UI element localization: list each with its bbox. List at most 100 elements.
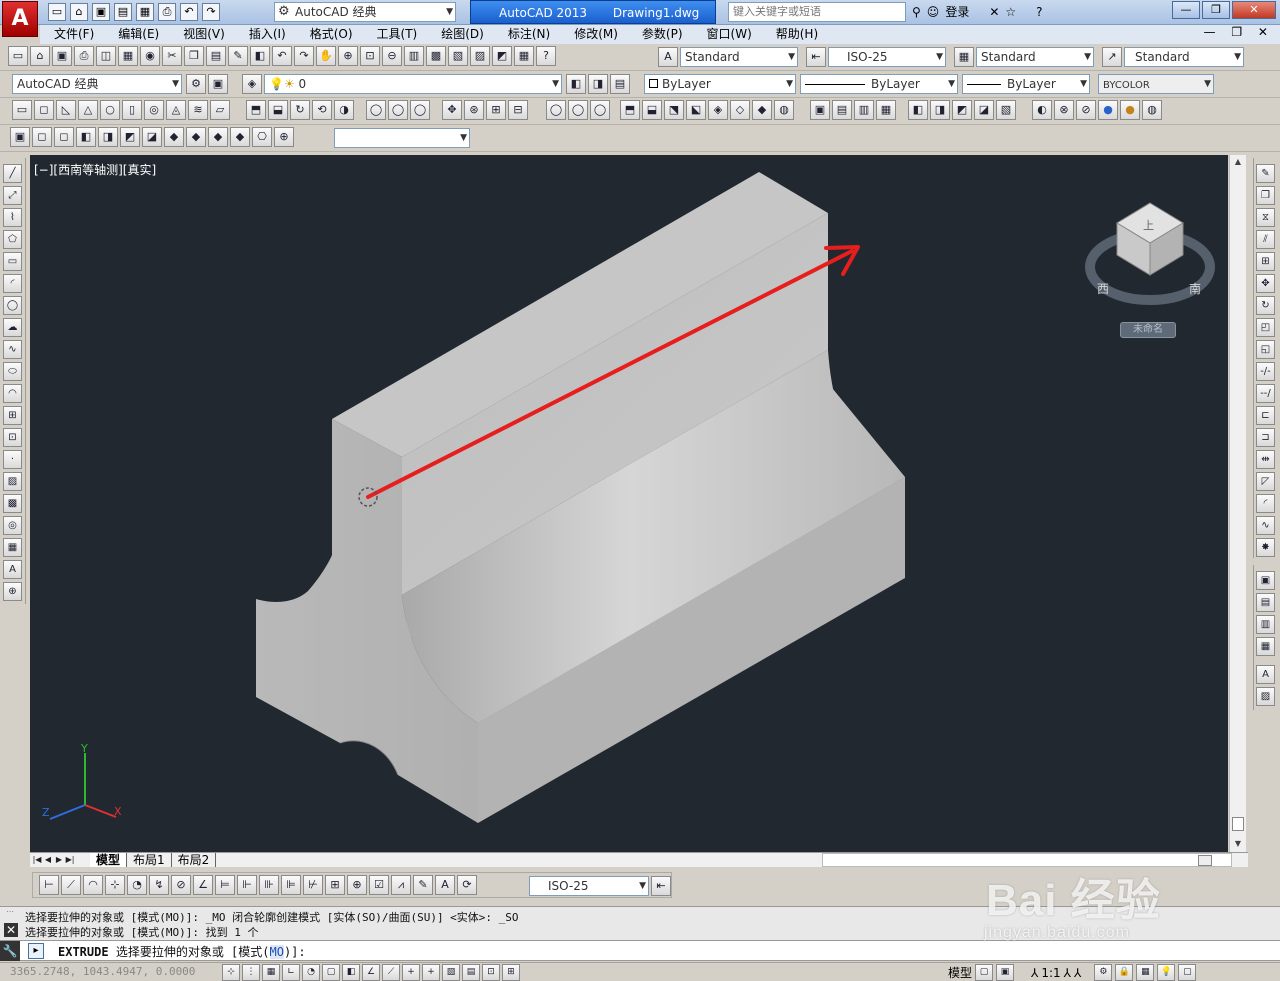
wrench-icon[interactable]: 🔧 [0, 941, 20, 961]
box-icon[interactable]: ◻ [34, 100, 54, 120]
dim-break-icon[interactable]: ⊬ [303, 875, 323, 895]
polygon-icon[interactable]: ⬠ [3, 230, 22, 249]
sc-icon[interactable]: ⊡ [482, 964, 500, 981]
grid-icon[interactable]: ▦ [262, 964, 280, 981]
publish-icon[interactable]: ▦ [136, 3, 154, 21]
check-icon[interactable]: ◩ [952, 100, 972, 120]
paste-icon[interactable]: ▤ [206, 46, 226, 66]
grip-icon[interactable]: ⋯ [6, 907, 14, 916]
move-faces-icon[interactable]: ⬓ [642, 100, 662, 120]
wireframe-icon[interactable]: ⊗ [1054, 100, 1074, 120]
bottom-view-icon[interactable]: ◻ [54, 127, 74, 147]
insert-block-icon[interactable]: ⊞ [3, 406, 22, 425]
close-command-window-icon[interactable]: ✕ [4, 923, 18, 937]
block-editor-icon[interactable]: ◧ [250, 46, 270, 66]
dim-text-edit-icon[interactable]: A [435, 875, 455, 895]
union-icon[interactable]: ◯ [366, 100, 386, 120]
menu-view[interactable]: 视图(V) [171, 25, 237, 44]
tab-model[interactable]: 模型 [90, 853, 128, 867]
dim-style-combo[interactable]: ISO-25 ▼ [828, 47, 946, 67]
rectangle-icon[interactable]: ▭ [3, 252, 22, 271]
chamfer-icon[interactable]: ◸ [1256, 472, 1275, 491]
auto-scale-icon[interactable]: ⅄ [1074, 966, 1081, 980]
copy-faces-icon[interactable]: ◆ [752, 100, 772, 120]
realistic-icon[interactable]: ● [1098, 100, 1118, 120]
am-icon[interactable]: ⊞ [502, 964, 520, 981]
osnap-icon[interactable]: ▢ [322, 964, 340, 981]
visual-styles-icon[interactable]: ◐ [1032, 100, 1052, 120]
infer-constraints-icon[interactable]: ⊹ [222, 964, 240, 981]
quick-view-layouts-icon[interactable]: ▢ [975, 964, 994, 981]
shell-icon[interactable]: ◨ [930, 100, 950, 120]
stretch-icon[interactable]: ◱ [1256, 340, 1275, 359]
coordinates-readout[interactable]: 3365.2748, 1043.4947, 0.0000 [10, 965, 195, 978]
helix-icon[interactable]: ≋ [188, 100, 208, 120]
offset-faces-icon[interactable]: ⬔ [664, 100, 684, 120]
clean-screen-icon[interactable]: ▢ [1178, 964, 1197, 981]
continue-icon[interactable]: ⊪ [259, 875, 279, 895]
save-as-icon[interactable]: ▤ [114, 3, 132, 21]
menu-tools[interactable]: 工具(T) [365, 25, 430, 44]
ordinate-icon[interactable]: ⊹ [105, 875, 125, 895]
otrack-icon[interactable]: ∠ [362, 964, 380, 981]
spline-icon[interactable]: ∿ [3, 340, 22, 359]
copy-icon[interactable]: ❐ [184, 46, 204, 66]
ducs-icon[interactable]: ⟋ [382, 964, 400, 981]
help-icon[interactable]: ? [1036, 5, 1042, 19]
blend-icon[interactable]: ∿ [1256, 516, 1275, 535]
named-views-icon[interactable]: ▣ [10, 127, 30, 147]
text-style-icon[interactable]: A [658, 47, 678, 67]
gradient-icon[interactable]: ▩ [3, 494, 22, 513]
table-icon[interactable]: ▦ [3, 538, 22, 557]
construction-line-icon[interactable]: ⤢ [3, 186, 22, 205]
isolate-objects-icon[interactable]: 💡 [1157, 964, 1176, 981]
markup-icon[interactable]: ◩ [492, 46, 512, 66]
transparency-icon[interactable]: ▧ [442, 964, 460, 981]
dyn-icon[interactable]: + [402, 964, 420, 981]
extrude-faces-icon[interactable]: ⬒ [620, 100, 640, 120]
bring-to-front-icon[interactable]: ▣ [1256, 571, 1275, 590]
view-combo[interactable]: ▼ [334, 128, 470, 148]
tool-palettes-icon[interactable]: ▧ [448, 46, 468, 66]
cone-icon[interactable]: △ [78, 100, 98, 120]
search-input[interactable]: 键入关键字或短语 [728, 2, 906, 22]
binoculars-icon[interactable]: ⚲ [912, 5, 921, 19]
first-tab-arrow[interactable]: |◀ [32, 853, 42, 866]
layer-properties-icon[interactable]: ◈ [242, 74, 262, 94]
scroll-thumb[interactable] [1232, 817, 1244, 831]
3d-align-icon[interactable]: ⊞ [486, 100, 506, 120]
scale-icon[interactable]: ◰ [1256, 318, 1275, 337]
design-center-icon[interactable]: ▩ [426, 46, 446, 66]
multiline-text-icon[interactable]: A [3, 560, 22, 579]
cut-icon[interactable]: ✂ [162, 46, 182, 66]
menu-modify[interactable]: 修改(M) [562, 25, 630, 44]
3d-rotate-icon[interactable]: ⊛ [464, 100, 484, 120]
minimize-button[interactable]: — [1172, 1, 1200, 19]
fillet-icon[interactable]: ◜ [1256, 494, 1275, 513]
annotation-visibility-icon[interactable]: ⅄ [1064, 966, 1071, 980]
match-properties-icon[interactable]: ✎ [228, 46, 248, 66]
pyramid-icon[interactable]: ◬ [166, 100, 186, 120]
command-prompt[interactable]: EXTRUDE 选择要拉伸的对象或 [模式(MO)]: [58, 943, 306, 960]
next-tab-arrow[interactable]: ▶ [54, 853, 64, 866]
qnew-icon[interactable]: ▭ [8, 46, 28, 66]
subtract-solid-icon[interactable]: ◯ [568, 100, 588, 120]
explode-icon[interactable]: ✸ [1256, 538, 1275, 557]
line-icon[interactable]: ╱ [3, 164, 22, 183]
polyline-icon[interactable]: ⌇ [3, 208, 22, 227]
tab-layout1[interactable]: 布局1 [127, 853, 172, 867]
vertical-scrollbar[interactable]: ▲ ▼ [1229, 155, 1246, 852]
move-icon[interactable]: ✥ [1256, 274, 1275, 293]
pan-icon[interactable]: ✋ [316, 46, 336, 66]
undo-icon[interactable]: ↶ [272, 46, 292, 66]
document-window-controls[interactable]: — ❐ ✕ [1204, 25, 1274, 39]
annotation-scale[interactable]: 1:1 [1041, 966, 1060, 980]
command-line[interactable]: 🔧 ▸ EXTRUDE 选择要拉伸的对象或 [模式(MO)]: [0, 940, 1280, 961]
exchange-icon[interactable]: ✕ [989, 5, 999, 19]
jogged-linear-icon[interactable]: ⩘ [391, 875, 411, 895]
right-view-icon[interactable]: ◨ [98, 127, 118, 147]
menu-draw[interactable]: 绘图(D) [429, 25, 496, 44]
viewport-controls-label[interactable]: [−][西南等轴测][真实] [34, 161, 156, 178]
viewcube[interactable]: 上 西 南 [1085, 195, 1215, 340]
user-icon[interactable]: ☺ [927, 5, 940, 19]
